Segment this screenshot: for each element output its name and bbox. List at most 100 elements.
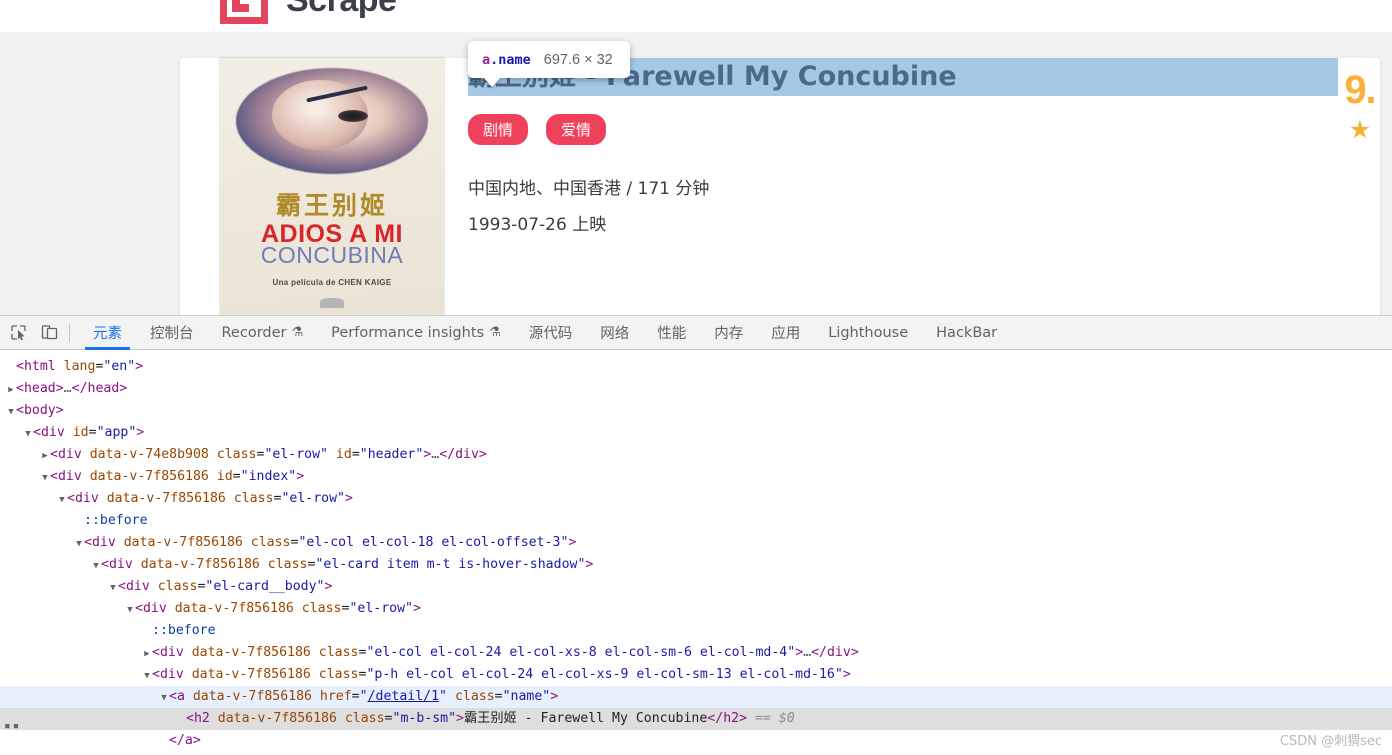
dom-row-content: ▼ <body> bbox=[6, 400, 63, 423]
tooltip-class-name: .name bbox=[490, 51, 531, 68]
chevron-down-icon[interactable]: ▼ bbox=[108, 577, 118, 599]
screenshot-root: Scrape 霸王别姬 ADIOS A MI CONCUBINA Una pel… bbox=[0, 0, 1392, 755]
movie-tag[interactable]: 剧情 bbox=[468, 114, 529, 145]
devtools-tab-5[interactable]: 网络 bbox=[586, 316, 643, 350]
devtools-tab-label: 性能 bbox=[657, 326, 687, 342]
devtools-tab-label: Recorder bbox=[221, 324, 287, 341]
poster-spanish-line2: CONCUBINA bbox=[260, 242, 404, 268]
chevron-down-icon[interactable]: ▼ bbox=[57, 489, 67, 511]
movie-card: 霸王别姬 ADIOS A MI CONCUBINA Una película d… bbox=[180, 58, 1380, 315]
dom-tree-row[interactable]: ▼ <body> bbox=[0, 400, 1392, 422]
devtools-panel: 元素 控制台 Recorder ⚗ Performance insights ⚗ 源代码 网络… bbox=[0, 315, 1392, 755]
devtools-tab-9[interactable]: Lighthouse bbox=[814, 316, 922, 350]
chevron-down-icon[interactable]: ▼ bbox=[6, 401, 16, 423]
dom-tree-row[interactable]: </a> bbox=[0, 730, 1392, 752]
chevron-down-icon[interactable]: ▼ bbox=[74, 533, 84, 555]
dom-tree-row[interactable]: ::before bbox=[0, 620, 1392, 642]
devtools-toolbar: 元素 控制台 Recorder ⚗ Performance insights ⚗ 源代码 网络… bbox=[0, 316, 1392, 350]
dom-tree-row[interactable]: ▼ <div data-v-7f856186 class="el-col el-c… bbox=[0, 532, 1392, 554]
chevron-down-icon[interactable]: ▼ bbox=[23, 423, 33, 445]
devtools-tab-4[interactable]: 源代码 bbox=[515, 316, 587, 350]
dom-row-markup: <div class="el-card__body"> bbox=[118, 579, 333, 594]
devtools-tab-label: 元素 bbox=[93, 326, 122, 342]
chevron-right-icon[interactable]: ▶ bbox=[6, 379, 16, 401]
dom-tree-row[interactable]: ▼ <div data-v-7f856186 class="p-h el-col … bbox=[0, 664, 1392, 686]
dom-row-content: ▼ <div data-v-7f856186 class="p-h el-col … bbox=[142, 664, 851, 687]
movie-poster[interactable]: 霸王别姬 ADIOS A MI CONCUBINA Una película d… bbox=[220, 58, 444, 315]
dom-row-markup: ::before bbox=[152, 623, 216, 638]
dom-tree-row[interactable]: ▼ <div data-v-7f856186 class="el-row"> bbox=[0, 598, 1392, 620]
devtools-tab-label: 网络 bbox=[600, 326, 630, 342]
star-icon: ★ bbox=[1348, 116, 1372, 144]
movie-regions-duration: 中国内地、中国香港 / 171 分钟 bbox=[468, 179, 710, 199]
devtools-tab-label: 源代码 bbox=[528, 326, 573, 342]
dom-tree-row[interactable]: ▪▪ <h2 data-v-7f856186 class="m-b-sm">霸王别… bbox=[0, 708, 1392, 732]
tooltip-tag-name: a bbox=[482, 51, 491, 68]
devtools-tab-7[interactable]: 内存 bbox=[700, 316, 757, 350]
dom-row-markup: <div data-v-7f856186 class="p-h el-col e… bbox=[152, 667, 851, 682]
brand-name: Scrape bbox=[286, 0, 397, 20]
devtools-tab-2[interactable]: Recorder ⚗ bbox=[208, 316, 318, 350]
dom-tree[interactable]: <html lang="en"> ▶ <head>…</head> ▼ <body> ▼ <… bbox=[0, 350, 1392, 755]
devtools-tab-8[interactable]: 应用 bbox=[757, 316, 814, 350]
dom-tree-row[interactable]: ::before bbox=[0, 510, 1392, 532]
dom-row-content: ▼ <a data-v-7f856186 href="/detail/1" cla… bbox=[159, 686, 558, 709]
devtools-tab-label: 控制台 bbox=[150, 326, 194, 342]
beaker-icon: ⚗ bbox=[489, 325, 501, 340]
dom-row-content: ▼ <div id="app"> bbox=[23, 422, 144, 445]
devtools-tab-6[interactable]: 性能 bbox=[643, 316, 700, 350]
chevron-right-icon[interactable]: ▶ bbox=[40, 445, 50, 467]
devtools-tab-3[interactable]: Performance insights ⚗ bbox=[317, 316, 515, 350]
poster-director-credit: Una película de CHEN KAIGE bbox=[272, 278, 392, 287]
chevron-down-icon[interactable]: ▼ bbox=[125, 599, 135, 621]
dom-row-content: ::before bbox=[142, 620, 216, 642]
inspector-tooltip-selector: a.name bbox=[482, 52, 531, 68]
dom-row-markup: <a data-v-7f856186 href="/detail/1" clas… bbox=[169, 689, 559, 704]
dom-tree-row[interactable]: ▼ <div class="el-card__body"> bbox=[0, 576, 1392, 598]
watermark: CSDN @刺猬sec bbox=[1279, 734, 1382, 749]
dom-row-markup: <div data-v-7f856186 class="el-row"> bbox=[67, 491, 353, 506]
devtools-tab-label: Lighthouse bbox=[828, 324, 909, 341]
devtools-tab-10[interactable]: HackBar bbox=[922, 316, 1011, 350]
dom-row-markup: <head>…</head> bbox=[16, 381, 128, 396]
movie-score-box: 9. ★ bbox=[1330, 68, 1390, 143]
dom-row-content: <h2 data-v-7f856186 class="m-b-sm">霸王别姬 … bbox=[176, 708, 795, 730]
inspector-tooltip-arrow bbox=[483, 77, 501, 87]
dom-tree-row[interactable]: ▶ <head>…</head> bbox=[0, 378, 1392, 400]
dom-row-content: ▼ <div class="el-card__body"> bbox=[108, 576, 332, 599]
scrape-logo-icon bbox=[220, 0, 268, 24]
dom-tree-row[interactable]: <html lang="en"> bbox=[0, 356, 1392, 378]
devtools-tab-1[interactable]: 控制台 bbox=[136, 316, 208, 350]
inspector-tooltip-dimensions: 697.6 × 32 bbox=[543, 51, 613, 68]
chevron-down-icon[interactable]: ▼ bbox=[159, 687, 169, 709]
dom-tree-row[interactable]: ▶ <div data-v-7f856186 class="el-col el-c… bbox=[0, 642, 1392, 664]
inspector-tooltip: a.name 697.6 × 32 bbox=[468, 41, 630, 78]
inspect-element-icon[interactable] bbox=[5, 320, 31, 346]
devtools-tab-label: 应用 bbox=[771, 326, 801, 342]
dom-row-markup: <h2 data-v-7f856186 class="m-b-sm">霸王别姬 … bbox=[186, 711, 795, 726]
dom-tree-row[interactable]: ▼ <div id="app"> bbox=[0, 422, 1392, 444]
chevron-right-icon[interactable]: ▶ bbox=[142, 643, 152, 665]
dom-tree-row[interactable]: ▼ <a data-v-7f856186 href="/detail/1" cla… bbox=[0, 686, 1392, 708]
chevron-down-icon[interactable]: ▼ bbox=[142, 665, 152, 687]
page-body: 霸王别姬 ADIOS A MI CONCUBINA Una película d… bbox=[0, 32, 1392, 315]
movie-tag[interactable]: 爱情 bbox=[546, 114, 607, 145]
chevron-down-icon[interactable]: ▼ bbox=[91, 555, 101, 577]
dom-row-markup: <div data-v-7f856186 class="el-col el-co… bbox=[152, 645, 859, 660]
poster-eye bbox=[338, 110, 368, 122]
dom-tree-row[interactable]: ▼ <div data-v-7f856186 class="el-card ite… bbox=[0, 554, 1392, 576]
dom-tree-row[interactable]: ▼ <div data-v-7f856186 id="index"> bbox=[0, 466, 1392, 488]
dom-row-content: ▼ <div data-v-7f856186 class="el-row"> bbox=[125, 598, 421, 621]
brand[interactable]: Scrape bbox=[220, 0, 397, 24]
poster-laurel-icon bbox=[320, 298, 344, 308]
dom-tree-row[interactable]: ▼ <div data-v-7f856186 class="el-row"> bbox=[0, 488, 1392, 510]
chevron-down-icon[interactable]: ▼ bbox=[40, 467, 50, 489]
movie-score: 9. bbox=[1344, 68, 1376, 112]
dom-row-content: ▼ <div data-v-7f856186 class="el-col el-c… bbox=[74, 532, 576, 555]
devtools-tab-0[interactable]: 元素 bbox=[79, 316, 136, 350]
dom-row-markup: <div data-v-7f856186 class="el-col el-co… bbox=[84, 535, 577, 550]
dom-row-markup: <div data-v-7f856186 class="el-card item… bbox=[101, 557, 594, 572]
dom-tree-row[interactable]: ▶ <div data-v-74e8b908 class="el-row" id=… bbox=[0, 444, 1392, 466]
dom-row-content: ▶ <div data-v-7f856186 class="el-col el-c… bbox=[142, 642, 859, 665]
device-toolbar-icon[interactable] bbox=[36, 320, 62, 346]
